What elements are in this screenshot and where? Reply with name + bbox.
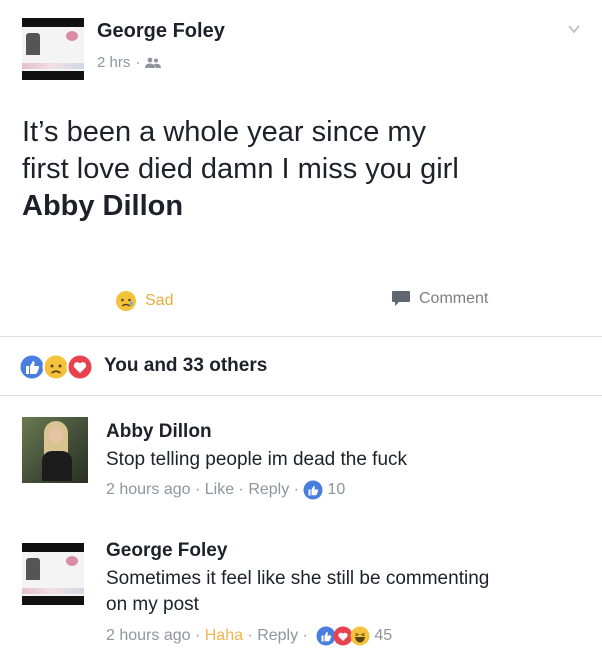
reaction-icons[interactable]: [18, 353, 94, 381]
commenter-avatar[interactable]: [22, 417, 88, 483]
meta-separator: ·: [298, 627, 313, 644]
comment-button[interactable]: Comment: [391, 290, 488, 308]
like-reaction-icon[interactable]: [303, 480, 323, 500]
author-avatar[interactable]: [22, 18, 84, 80]
comment-reply-link[interactable]: Reply: [257, 627, 298, 645]
comment-time[interactable]: 2 hours ago: [106, 481, 191, 499]
comment-text: Stop telling people im dead the fuck: [106, 449, 408, 470]
comment-reaction-count[interactable]: 10: [327, 481, 345, 499]
comment-text-line: Sometimes it feel like she still be comm…: [106, 568, 490, 589]
comment-author[interactable]: Abby Dillon: [106, 421, 212, 443]
sad-reaction-label: Sad: [145, 292, 174, 309]
comment-haha-link[interactable]: Haha: [205, 627, 243, 645]
post-body-line: It’s been a whole year since my: [22, 116, 427, 148]
comment-reaction-count[interactable]: 45: [374, 627, 392, 645]
comment-meta: 2 hours ago · Like · Reply · 10: [106, 480, 345, 500]
comment-text: Sometimes it feel like she still be comm…: [106, 566, 586, 618]
meta-separator: ·: [289, 481, 304, 498]
comment-reaction-icons[interactable]: [316, 626, 370, 646]
meta-separator: ·: [190, 627, 205, 644]
chevron-down-icon[interactable]: [567, 22, 581, 36]
divider: [0, 336, 602, 337]
commenter-avatar[interactable]: [22, 543, 84, 605]
comment-time[interactable]: 2 hours ago: [106, 627, 191, 645]
comment-author[interactable]: George Foley: [106, 540, 227, 562]
comment-label: Comment: [419, 290, 489, 307]
comment-reply-link[interactable]: Reply: [248, 481, 289, 499]
comment-text-line: on my post: [106, 594, 199, 615]
meta-separator: ·: [242, 627, 258, 644]
love-reaction-icon: [66, 353, 94, 381]
post-body: It’s been a whole year since my first lo…: [22, 114, 582, 225]
divider: [0, 395, 602, 396]
meta-separator: ·: [135, 54, 141, 71]
meta-separator: ·: [190, 481, 205, 498]
post-card: George Foley 2 hrs · It’s been a whole y…: [0, 0, 602, 657]
sad-reaction-button[interactable]: Sad: [115, 290, 173, 312]
comment-like-link[interactable]: Like: [205, 481, 234, 499]
post-body-line: first love died damn I miss you girl: [22, 153, 459, 185]
post-time[interactable]: 2 hrs: [97, 54, 130, 71]
post-meta: 2 hrs ·: [97, 54, 162, 71]
haha-reaction-icon: [350, 626, 370, 646]
post-author-name[interactable]: George Foley: [97, 20, 225, 43]
audience-friends-icon[interactable]: [145, 57, 162, 69]
reactions-summary[interactable]: You and 33 others: [104, 355, 267, 377]
meta-separator: ·: [234, 481, 249, 498]
comment-icon: [392, 291, 410, 306]
comment-meta: 2 hours ago · Haha · Reply · 45: [106, 626, 392, 646]
tagged-person-link[interactable]: Abby Dillon: [22, 188, 582, 225]
sad-reaction-icon: [116, 291, 136, 311]
